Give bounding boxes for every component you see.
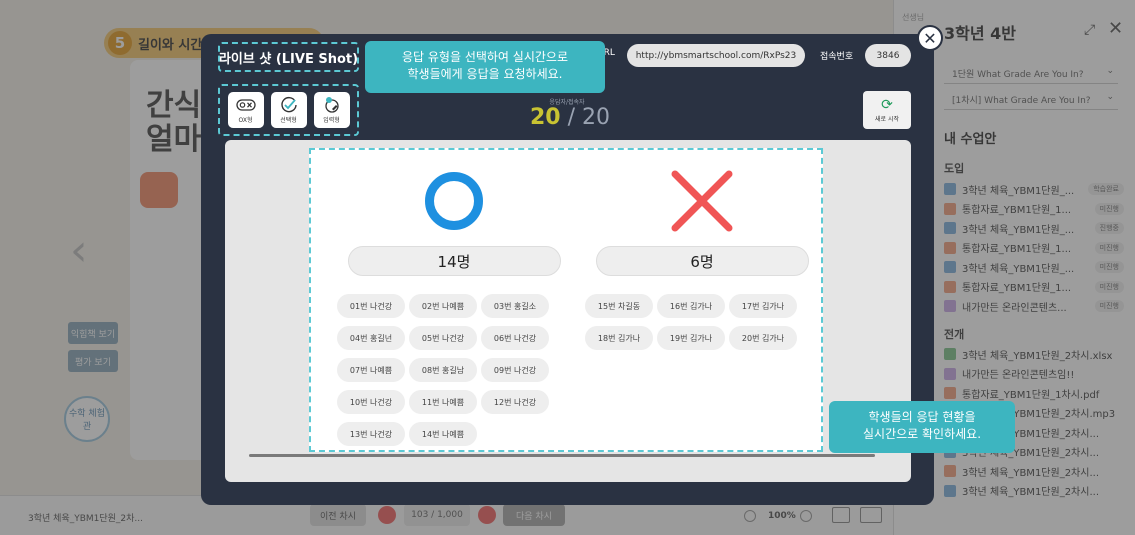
o-mark-wrap (335, 150, 573, 246)
o-student-list: 01번 나건강 02번 나예쁨 03번 홍길소 04번 홍길넌 05번 나건강 06번 나… (335, 294, 573, 446)
refresh-icon: ⟳ (881, 96, 893, 113)
student-chip: 06번 나건강 (481, 326, 549, 350)
o-mark-icon (425, 172, 483, 230)
modal-title: 라이브 샷 (LIVE Shot) (218, 42, 359, 72)
ox-type-button[interactable]: OX형 (227, 92, 264, 128)
status-tooltip: 학생들의 응답 현황을 실시간으로 확인하세요. (829, 401, 1015, 453)
x-mark-icon (671, 170, 733, 232)
x-column: 6명 15번 차길동 16번 김가나 17번 김가나 18번 김가나 19번 김가나 20… (583, 150, 821, 350)
ox-type-label: OX형 (238, 117, 253, 124)
response-type-group: OX형 선택형 입력형 (218, 84, 359, 136)
student-chip: 19번 김가나 (657, 326, 725, 350)
student-chip: 16번 김가나 (657, 294, 725, 318)
student-chip: 08번 홍길남 (409, 358, 477, 382)
results-area: 14명 01번 나건강 02번 나예쁨 03번 홍길소 04번 홍길넌 05번 나건강 0… (309, 148, 823, 452)
student-chip: 02번 나예쁨 (409, 294, 477, 318)
choice-type-button[interactable]: 선택형 (270, 92, 307, 128)
student-chip: 11번 나예쁨 (409, 390, 477, 414)
student-chip: 15번 차길동 (585, 294, 653, 318)
close-icon[interactable]: ✕ (917, 25, 943, 51)
student-chip: 10번 나건강 (337, 390, 405, 414)
input-icon (322, 96, 342, 114)
access-code-label: 접속번호 (820, 52, 854, 62)
o-column: 14명 01번 나건강 02번 나예쁨 03번 홍길소 04번 홍길넌 05번 나건강 0… (335, 150, 573, 446)
type-tooltip: 응답 유형을 선택하여 실시간으로 학생들에게 응답을 요청하세요. (365, 41, 605, 93)
student-chip: 03번 홍길소 (481, 294, 549, 318)
student-chip: 20번 김가나 (729, 326, 797, 350)
status-tooltip-text: 학생들의 응답 현황을 실시간으로 확인하세요. (862, 410, 982, 441)
x-count: 6명 (595, 246, 809, 276)
type-tooltip-text: 응답 유형을 선택하여 실시간으로 학생들에게 응답을 요청하세요. (401, 50, 568, 81)
input-type-button[interactable]: 입력형 (313, 92, 350, 128)
ox-icon (235, 96, 256, 114)
restart-label: 새로 시작 (875, 115, 899, 123)
total-count: / 20 (567, 105, 611, 130)
student-chip: 01번 나건강 (337, 294, 405, 318)
student-chip: 14번 나예쁨 (409, 422, 477, 446)
results-panel: 14명 01번 나건강 02번 나예쁨 03번 홍길소 04번 홍길넌 05번 나건강 0… (225, 140, 911, 482)
access-url[interactable]: http://ybmsmartschool.com/RxPs23 (627, 44, 805, 67)
input-type-label: 입력형 (323, 117, 340, 124)
student-chip: 07번 나예쁨 (337, 358, 405, 382)
horizontal-scrollbar[interactable] (249, 454, 875, 457)
choice-type-label: 선택형 (280, 117, 297, 124)
student-chip: 04번 홍길넌 (337, 326, 405, 350)
x-student-list: 15번 차길동 16번 김가나 17번 김가나 18번 김가나 19번 김가나 20번 김… (583, 294, 821, 350)
student-chip: 12번 나건강 (481, 390, 549, 414)
x-mark-wrap (583, 150, 821, 246)
student-chip: 09번 나건강 (481, 358, 549, 382)
access-code: 3846 (865, 44, 911, 67)
live-shot-modal: 라이브 샷 (LIVE Shot) OX형 선택형 입력형 URL http:/… (201, 34, 934, 505)
responded-count: 20 (530, 105, 561, 130)
restart-button[interactable]: ⟳ 새로 시작 (863, 91, 911, 129)
student-chip: 13번 나건강 (337, 422, 405, 446)
student-chip: 05번 나건강 (409, 326, 477, 350)
response-count: 20 / 20 (530, 105, 610, 130)
check-icon (279, 96, 299, 114)
student-chip: 18번 김가나 (585, 326, 653, 350)
o-count: 14명 (347, 246, 561, 276)
student-chip: 17번 김가나 (729, 294, 797, 318)
